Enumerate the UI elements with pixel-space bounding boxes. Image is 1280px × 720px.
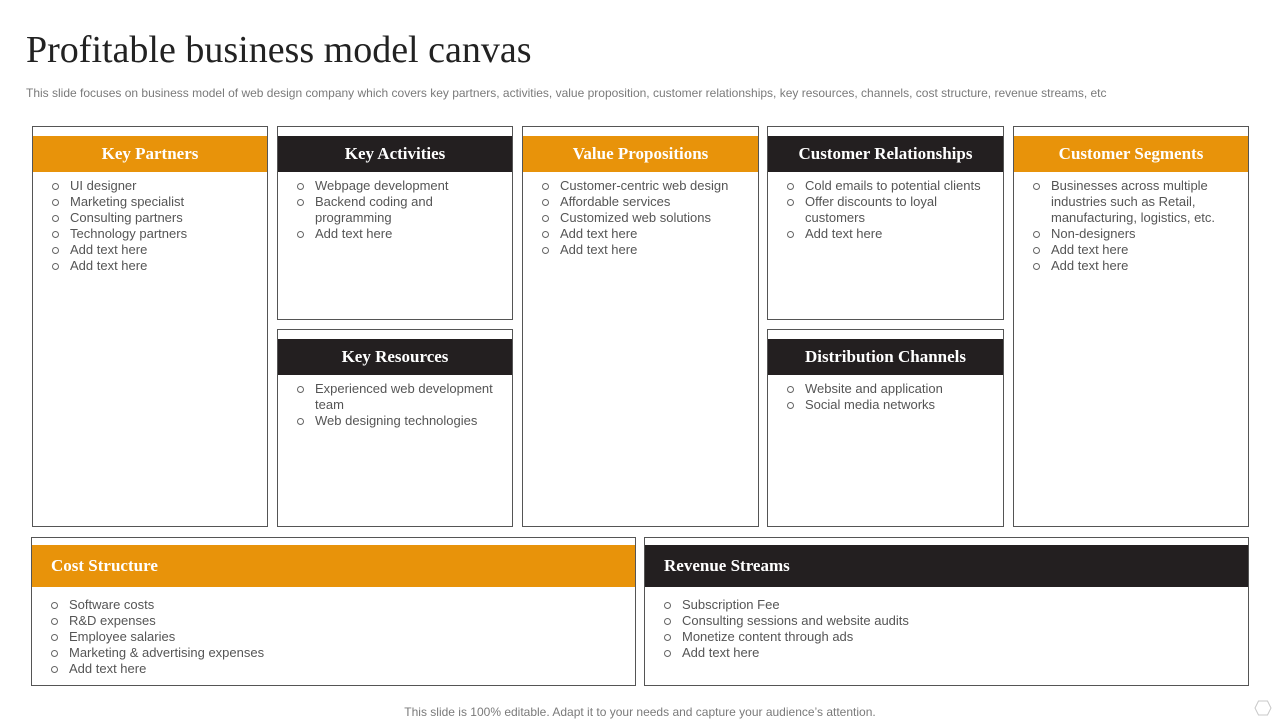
- list-item: Add text here: [663, 645, 1240, 661]
- key-partners-list: UI designer Marketing specialist Consult…: [33, 178, 267, 274]
- list-item: Add text here: [786, 226, 995, 242]
- list-item: Affordable services: [541, 194, 750, 210]
- key-resources-heading: Key Resources: [278, 339, 512, 375]
- revenue-streams-block: Revenue Streams Subscription Fee Consult…: [644, 537, 1249, 686]
- revenue-streams-list: Subscription Fee Consulting sessions and…: [645, 597, 1248, 661]
- list-item: Offer discounts to loyal customers: [786, 194, 995, 226]
- list-item: Add text here: [1032, 242, 1240, 258]
- list-item: Consulting partners: [51, 210, 259, 226]
- list-item: Social media networks: [786, 397, 995, 413]
- customer-segments-list: Businesses across multiple industries su…: [1014, 178, 1248, 274]
- distribution-channels-block: Distribution Channels Website and applic…: [767, 329, 1004, 527]
- list-item: Backend coding and programming: [296, 194, 504, 226]
- cost-structure-block: Cost Structure Software costs R&D expens…: [31, 537, 636, 686]
- list-item: Web designing technologies: [296, 413, 504, 429]
- customer-segments-block: Customer Segments Businesses across mult…: [1013, 126, 1249, 527]
- list-item: R&D expenses: [50, 613, 627, 629]
- key-activities-block: Key Activities Webpage development Backe…: [277, 126, 513, 320]
- footer-note: This slide is 100% editable. Adapt it to…: [404, 705, 876, 719]
- key-activities-list: Webpage development Backend coding and p…: [278, 178, 512, 242]
- value-propositions-block: Value Propositions Customer-centric web …: [522, 126, 759, 527]
- page-subtitle: This slide focuses on business model of …: [26, 86, 1107, 100]
- key-resources-block: Key Resources Experienced web developmen…: [277, 329, 513, 527]
- value-propositions-list: Customer-centric web design Affordable s…: [523, 178, 758, 258]
- list-item: Subscription Fee: [663, 597, 1240, 613]
- list-item: Software costs: [50, 597, 627, 613]
- list-item: Webpage development: [296, 178, 504, 194]
- cost-structure-heading: Cost Structure: [32, 545, 635, 587]
- list-item: Add text here: [541, 226, 750, 242]
- list-item: Add text here: [541, 242, 750, 258]
- key-partners-heading: Key Partners: [33, 136, 267, 172]
- list-item: Businesses across multiple industries su…: [1032, 178, 1240, 226]
- list-item: Monetize content through ads: [663, 629, 1240, 645]
- list-item: Add text here: [51, 242, 259, 258]
- customer-relationships-list: Cold emails to potential clients Offer d…: [768, 178, 1003, 242]
- list-item: Employee salaries: [50, 629, 627, 645]
- key-resources-list: Experienced web development team Web des…: [278, 381, 512, 429]
- key-activities-heading: Key Activities: [278, 136, 512, 172]
- customer-segments-heading: Customer Segments: [1014, 136, 1248, 172]
- customer-relationships-heading: Customer Relationships: [768, 136, 1003, 172]
- list-item: Add text here: [296, 226, 504, 242]
- value-propositions-heading: Value Propositions: [523, 136, 758, 172]
- page-title: Profitable business model canvas: [26, 29, 532, 71]
- list-item: UI designer: [51, 178, 259, 194]
- list-item: Add text here: [1032, 258, 1240, 274]
- cost-structure-list: Software costs R&D expenses Employee sal…: [32, 597, 635, 677]
- revenue-streams-heading: Revenue Streams: [645, 545, 1248, 587]
- list-item: Marketing & advertising expenses: [50, 645, 627, 661]
- list-item: Cold emails to potential clients: [786, 178, 995, 194]
- distribution-channels-heading: Distribution Channels: [768, 339, 1003, 375]
- list-item: Technology partners: [51, 226, 259, 242]
- hexagon-icon: [1254, 700, 1272, 716]
- list-item: Non-designers: [1032, 226, 1240, 242]
- key-partners-block: Key Partners UI designer Marketing speci…: [32, 126, 268, 527]
- list-item: Add text here: [51, 258, 259, 274]
- list-item: Marketing specialist: [51, 194, 259, 210]
- list-item: Experienced web development team: [296, 381, 504, 413]
- customer-relationships-block: Customer Relationships Cold emails to po…: [767, 126, 1004, 320]
- list-item: Customer-centric web design: [541, 178, 750, 194]
- list-item: Consulting sessions and website audits: [663, 613, 1240, 629]
- distribution-channels-list: Website and application Social media net…: [768, 381, 1003, 413]
- list-item: Customized web solutions: [541, 210, 750, 226]
- list-item: Add text here: [50, 661, 627, 677]
- list-item: Website and application: [786, 381, 995, 397]
